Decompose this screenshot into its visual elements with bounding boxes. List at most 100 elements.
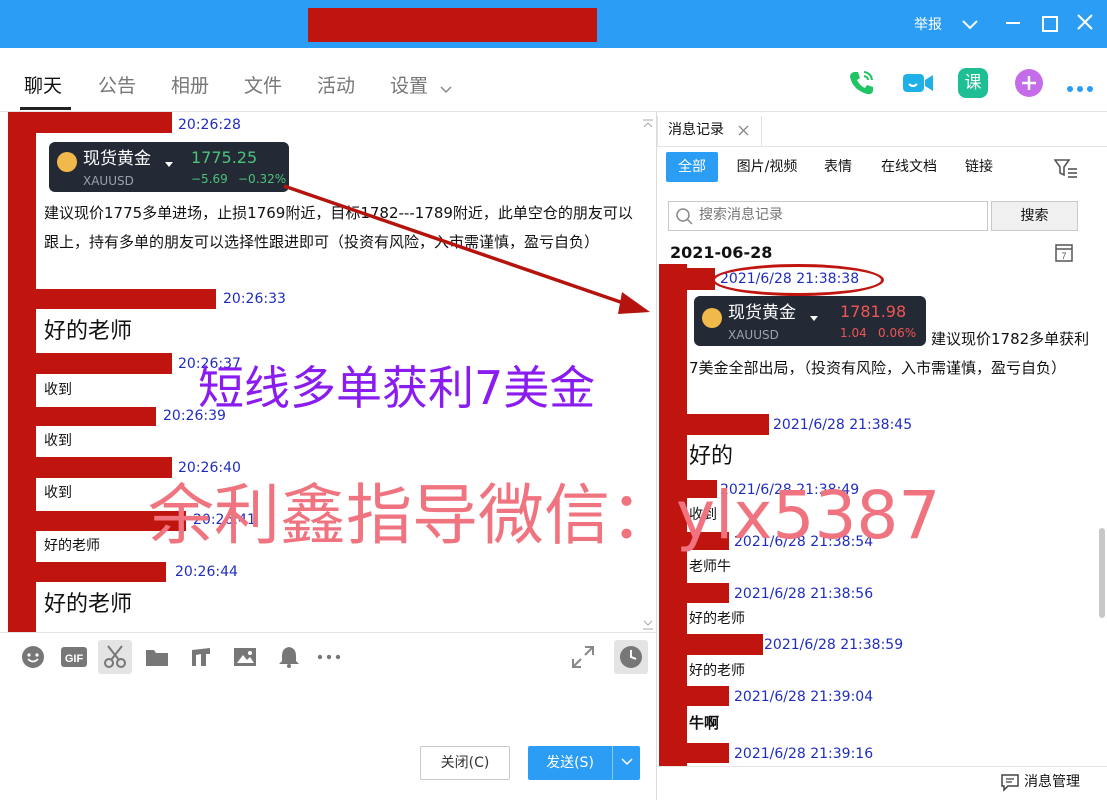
- history-text: 收到: [689, 507, 717, 523]
- clock-icon[interactable]: [614, 640, 648, 674]
- history-time: 2021/6/28 21:38:49: [720, 482, 860, 498]
- video-icon[interactable]: [902, 70, 934, 100]
- search-input[interactable]: [697, 206, 981, 224]
- bell-icon[interactable]: [276, 644, 302, 670]
- tab-files[interactable]: 文件: [244, 73, 282, 99]
- close-button[interactable]: 关闭(C): [420, 746, 510, 780]
- expand-icon[interactable]: [570, 644, 596, 674]
- history-close-icon[interactable]: [738, 120, 750, 142]
- message-text: 好的老师: [44, 592, 133, 617]
- music-icon[interactable]: [188, 644, 214, 670]
- message-manage-icon[interactable]: [1000, 772, 1020, 796]
- phone-icon[interactable]: [846, 68, 876, 102]
- message-text: 好的老师: [44, 319, 133, 344]
- search-icon: [675, 207, 693, 229]
- settings-chevron-icon[interactable]: [440, 80, 452, 99]
- card-name: 现货黄金: [728, 303, 796, 323]
- scroll-up-icon[interactable]: [642, 114, 654, 133]
- message-time: 20:26:37: [178, 356, 241, 372]
- tab-activity[interactable]: 活动: [317, 73, 355, 99]
- history-time: 2021/6/28 21:38:59: [764, 637, 904, 653]
- filter-settings-icon[interactable]: [1053, 158, 1078, 182]
- add-icon[interactable]: [1014, 68, 1044, 102]
- emoji-icon[interactable]: [20, 644, 46, 670]
- filter-links[interactable]: 链接: [958, 152, 1000, 182]
- history-scrollbar[interactable]: [1099, 528, 1105, 618]
- tab-chat[interactable]: 聊天: [24, 73, 62, 99]
- redaction-bar: [687, 268, 715, 290]
- tab-album[interactable]: 相册: [171, 73, 209, 99]
- card-dropdown-icon: [164, 154, 174, 173]
- message-time: 20:26:40: [178, 460, 241, 476]
- report-link[interactable]: 举报: [914, 14, 942, 34]
- history-tab[interactable]: 消息记录: [668, 120, 724, 140]
- send-button[interactable]: 发送(S): [528, 746, 612, 780]
- redaction-bar: [687, 414, 769, 435]
- card-change-pct: −0.32%: [238, 172, 287, 186]
- redaction-bar: [687, 583, 729, 603]
- message-time: 20:26:28: [178, 117, 241, 133]
- redaction-bar: [687, 634, 763, 655]
- filter-media[interactable]: 图片/视频: [730, 152, 804, 182]
- history-time: 2021/6/28 21:39:04: [734, 689, 874, 705]
- highlight-ellipse: [712, 264, 884, 296]
- filter-stickers[interactable]: 表情: [816, 152, 860, 182]
- card-price: 1775.25: [191, 148, 258, 167]
- message-text: 收到: [44, 485, 72, 501]
- maximize-icon[interactable]: [1042, 16, 1058, 32]
- card-name: 现货黄金: [83, 149, 151, 169]
- gif-label: GIF: [65, 653, 84, 665]
- redaction-bar: [687, 686, 729, 706]
- message-manage-button[interactable]: 消息管理: [1024, 772, 1080, 792]
- history-bottom-divider: [657, 766, 1107, 767]
- chevron-down-icon: [620, 758, 633, 766]
- redaction-bar: [36, 407, 156, 426]
- close-icon[interactable]: [1077, 14, 1093, 34]
- redaction-bar: [687, 480, 717, 498]
- send-options-button[interactable]: [612, 746, 640, 780]
- redaction-bar: [36, 457, 172, 478]
- message-text: 收到: [44, 433, 72, 449]
- gif-icon[interactable]: GIF: [60, 644, 88, 670]
- scissors-icon[interactable]: [98, 640, 132, 674]
- history-list[interactable]: 2021/6/28 21:38:38 现货黄金 XAUUSD 1781.98 1…: [657, 236, 1097, 766]
- minimize-icon[interactable]: [1006, 22, 1020, 24]
- redaction-bar: [687, 532, 729, 550]
- scroll-down-icon[interactable]: [642, 616, 654, 632]
- history-time: 2021/6/28 21:39:16: [734, 746, 874, 762]
- more-icon[interactable]: [1066, 78, 1094, 97]
- filter-docs[interactable]: 在线文档: [874, 152, 944, 182]
- card-change: −5.69: [191, 172, 228, 186]
- redaction-bar: [659, 264, 687, 766]
- history-time: 2021/6/28 21:38:54: [734, 534, 874, 550]
- redaction-bar: [36, 511, 186, 531]
- more-icon[interactable]: [316, 644, 342, 670]
- message-time: 20:26:33: [223, 291, 286, 307]
- annotation-arrow: [283, 184, 650, 314]
- tab-settings[interactable]: 设置: [390, 73, 428, 99]
- filter-all[interactable]: 全部: [666, 152, 718, 182]
- redaction-bar: [36, 289, 216, 309]
- chevron-down-icon[interactable]: [962, 16, 978, 35]
- message-text: 收到: [44, 382, 72, 398]
- history-text: 老师牛: [689, 559, 731, 575]
- title-redaction: [308, 8, 597, 42]
- redaction-bar: [687, 743, 729, 763]
- message-time: 20:26:39: [163, 408, 226, 424]
- history-time: 2021/6/28 21:38:56: [734, 586, 874, 602]
- image-icon[interactable]: [232, 644, 258, 670]
- folder-icon[interactable]: [144, 644, 170, 670]
- tab-announcement[interactable]: 公告: [98, 73, 136, 99]
- history-search-input[interactable]: [668, 201, 988, 231]
- redaction-bar: [36, 353, 172, 374]
- history-text: 好的老师: [689, 663, 745, 679]
- gold-price-card[interactable]: 现货黄金 XAUUSD 1775.25 −5.69 −0.32%: [49, 142, 289, 192]
- message-text: 好的老师: [44, 538, 100, 554]
- redaction-bar: [36, 562, 166, 582]
- search-button[interactable]: 搜索: [991, 201, 1078, 231]
- lesson-icon[interactable]: 课: [958, 68, 988, 98]
- gold-coin-icon: [57, 152, 77, 172]
- history-text: 好的老师: [689, 611, 745, 627]
- history-time: 2021/6/28 21:38:45: [773, 417, 913, 433]
- message-time: 20:26:44: [175, 564, 238, 580]
